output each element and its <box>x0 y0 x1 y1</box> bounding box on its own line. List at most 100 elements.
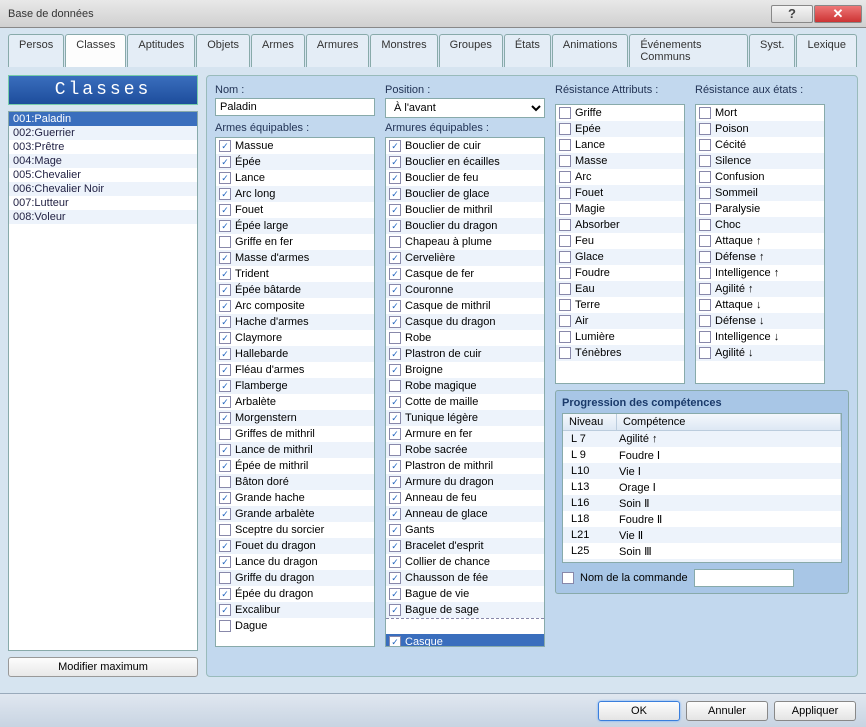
checkbox[interactable]: ✓ <box>219 332 231 344</box>
checkbox[interactable]: ✓ <box>219 252 231 264</box>
checkbox[interactable] <box>699 219 711 231</box>
tab-animations[interactable]: Animations <box>552 34 628 67</box>
checkbox[interactable] <box>219 428 231 440</box>
check-row[interactable]: ✓Morgenstern <box>216 410 374 426</box>
checkbox[interactable]: ✓ <box>389 460 401 472</box>
skill-row[interactable]: L 9Foudre Ⅰ <box>563 447 841 463</box>
checkbox[interactable] <box>699 123 711 135</box>
skill-row[interactable]: L25Soin Ⅲ <box>563 543 841 559</box>
checkbox[interactable] <box>559 283 571 295</box>
checkbox[interactable]: ✓ <box>219 348 231 360</box>
check-row[interactable]: Arc <box>556 169 684 185</box>
checkbox[interactable] <box>559 171 571 183</box>
checkbox[interactable]: ✓ <box>219 140 231 152</box>
checkbox[interactable]: ✓ <box>389 636 401 647</box>
check-row[interactable]: ✓Casque du dragon <box>386 314 544 330</box>
check-row[interactable]: ✓Gants <box>386 522 544 538</box>
checkbox[interactable]: ✓ <box>389 556 401 568</box>
checkbox[interactable]: ✓ <box>389 300 401 312</box>
resist-state-list[interactable]: MortPoisonCécitéSilenceConfusionSommeilP… <box>695 104 825 384</box>
checkbox[interactable] <box>559 139 571 151</box>
resist-attr-list[interactable]: GriffeEpéeLanceMasseArcFouetMagieAbsorbe… <box>555 104 685 384</box>
check-row[interactable]: ✓Cotte de maille <box>386 394 544 410</box>
skills-table[interactable]: Niveau Compétence L 7Agilité ↑L 9Foudre … <box>562 413 842 563</box>
checkbox[interactable]: ✓ <box>219 220 231 232</box>
check-row[interactable]: Attaque ↓ <box>696 297 824 313</box>
checkbox[interactable] <box>389 332 401 344</box>
checkbox[interactable]: ✓ <box>389 492 401 504</box>
close-button[interactable]: ✕ <box>814 5 862 23</box>
checkbox[interactable] <box>699 331 711 343</box>
check-row[interactable]: ✓Massue <box>216 138 374 154</box>
checkbox[interactable]: ✓ <box>389 396 401 408</box>
check-row[interactable]: ✓Armure en fer <box>386 426 544 442</box>
check-row[interactable]: Agilité ↑ <box>696 281 824 297</box>
checkbox[interactable] <box>219 620 231 632</box>
check-row[interactable]: Sommeil <box>696 185 824 201</box>
checkbox[interactable]: ✓ <box>219 492 231 504</box>
armors-list[interactable]: ✓Bouclier de cuir✓Bouclier en écailles✓B… <box>385 137 545 647</box>
check-row[interactable]: ✓Hache d'armes <box>216 314 374 330</box>
name-input[interactable] <box>215 98 375 116</box>
checkbox[interactable] <box>559 107 571 119</box>
check-row[interactable]: ✓Casque <box>386 634 544 647</box>
check-row[interactable]: ✓Fléau d'armes <box>216 362 374 378</box>
check-row[interactable]: Air <box>556 313 684 329</box>
checkbox[interactable]: ✓ <box>389 412 401 424</box>
checkbox[interactable]: ✓ <box>389 172 401 184</box>
checkbox[interactable] <box>389 444 401 456</box>
check-row[interactable]: Cécité <box>696 137 824 153</box>
check-row[interactable]: ✓Lance de mithril <box>216 442 374 458</box>
checkbox[interactable]: ✓ <box>219 380 231 392</box>
check-row[interactable]: Griffe du dragon <box>216 570 374 586</box>
check-row[interactable]: ✓Arc long <box>216 186 374 202</box>
check-row[interactable]: ✓Collier de chance <box>386 554 544 570</box>
check-row[interactable]: ✓Cervelière <box>386 250 544 266</box>
check-row[interactable]: Griffe <box>556 105 684 121</box>
checkbox[interactable] <box>699 283 711 295</box>
tab-événements communs[interactable]: Événements Communs <box>629 34 748 67</box>
skill-row[interactable]: L18Foudre Ⅱ <box>563 511 841 527</box>
check-row[interactable]: ✓Lance <box>216 170 374 186</box>
checkbox[interactable] <box>699 299 711 311</box>
check-row[interactable]: ✓Plastron de cuir <box>386 346 544 362</box>
command-input[interactable] <box>694 569 794 587</box>
check-row[interactable]: ✓Plastron de mithril <box>386 458 544 474</box>
checkbox[interactable] <box>559 187 571 199</box>
check-row[interactable]: ✓Lance du dragon <box>216 554 374 570</box>
check-row[interactable]: Glace <box>556 249 684 265</box>
ok-button[interactable]: OK <box>598 701 680 721</box>
checkbox[interactable] <box>699 187 711 199</box>
class-list-item[interactable]: 006:Chevalier Noir <box>9 182 197 196</box>
check-row[interactable]: Mort <box>696 105 824 121</box>
check-row[interactable]: Foudre <box>556 265 684 281</box>
checkbox[interactable]: ✓ <box>219 460 231 472</box>
class-list-item[interactable]: 005:Chevalier <box>9 168 197 182</box>
check-row[interactable]: Intelligence ↑ <box>696 265 824 281</box>
check-row[interactable]: ✓Épée du dragon <box>216 586 374 602</box>
check-row[interactable]: Défense ↑ <box>696 249 824 265</box>
check-row[interactable]: ✓Bague de vie <box>386 586 544 602</box>
checkbox[interactable] <box>389 236 401 248</box>
check-row[interactable]: Défense ↓ <box>696 313 824 329</box>
check-row[interactable]: ✓Fouet du dragon <box>216 538 374 554</box>
check-row[interactable]: Robe sacrée <box>386 442 544 458</box>
check-row[interactable]: ✓Armure du dragon <box>386 474 544 490</box>
check-row[interactable]: ✓Bouclier du dragon <box>386 218 544 234</box>
checkbox[interactable] <box>699 203 711 215</box>
checkbox[interactable]: ✓ <box>389 604 401 616</box>
check-row[interactable]: ✓Bracelet d'esprit <box>386 538 544 554</box>
class-list-item[interactable]: 001:Paladin <box>9 112 197 126</box>
check-row[interactable]: ✓Bouclier de feu <box>386 170 544 186</box>
check-row[interactable]: Silence <box>696 153 824 169</box>
tab-monstres[interactable]: Monstres <box>370 34 437 67</box>
checkbox[interactable] <box>699 171 711 183</box>
class-list-item[interactable]: 002:Guerrier <box>9 126 197 140</box>
check-row[interactable]: Robe magique <box>386 378 544 394</box>
checkbox[interactable]: ✓ <box>389 476 401 488</box>
checkbox[interactable] <box>699 235 711 247</box>
check-row[interactable]: Lumière <box>556 329 684 345</box>
check-row[interactable]: Eau <box>556 281 684 297</box>
command-checkbox[interactable] <box>562 572 574 584</box>
check-row[interactable]: Ténèbres <box>556 345 684 361</box>
